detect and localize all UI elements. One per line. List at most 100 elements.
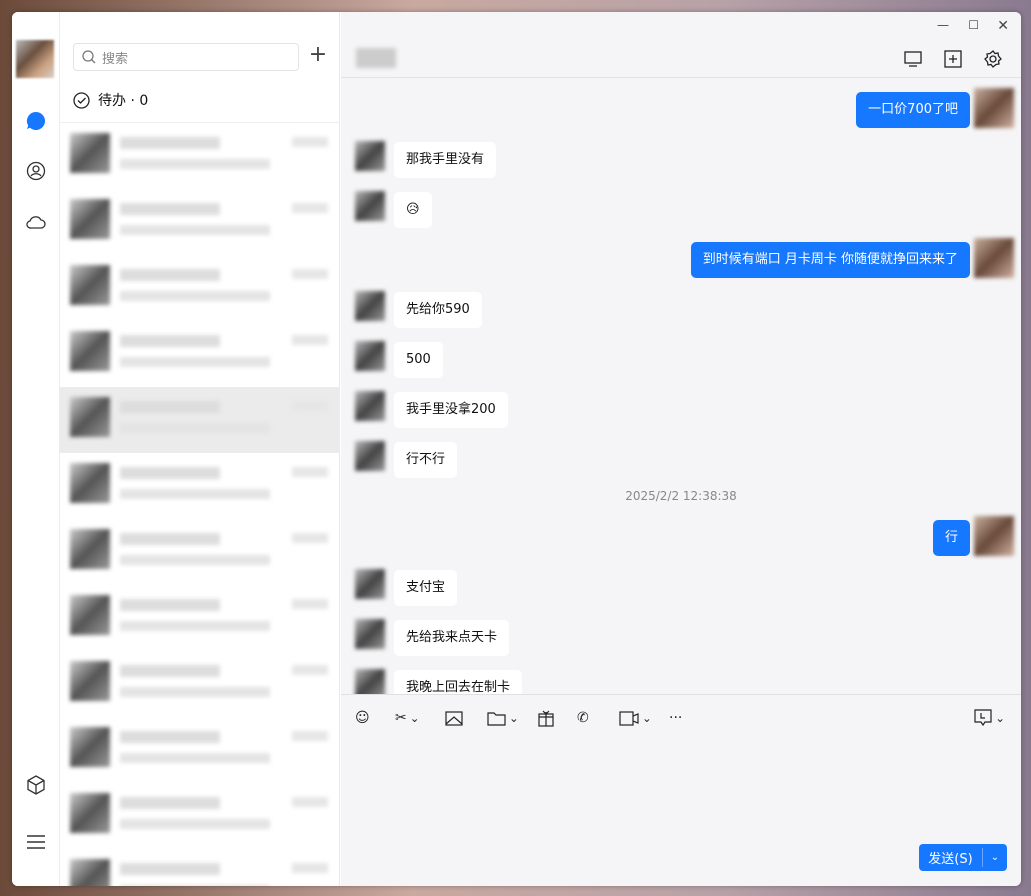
conversation-item[interactable] bbox=[60, 783, 340, 849]
message-row: 行 bbox=[341, 516, 1021, 570]
close-button[interactable]: ✕ bbox=[997, 18, 1009, 34]
sender-avatar[interactable] bbox=[355, 669, 385, 694]
sender-avatar[interactable] bbox=[355, 191, 385, 221]
image-icon[interactable] bbox=[445, 707, 463, 729]
my-avatar[interactable] bbox=[974, 238, 1014, 278]
message-row: 到时候有端口 月卡周卡 你随便就挣回来来了 bbox=[341, 238, 1021, 292]
maximize-button[interactable]: ☐ bbox=[968, 18, 979, 32]
message-row: 先给我来点天卡 bbox=[341, 619, 1021, 670]
contact-avatar bbox=[70, 595, 110, 635]
my-avatar[interactable] bbox=[974, 88, 1014, 128]
last-message-preview bbox=[120, 555, 270, 565]
emoji-icon[interactable]: ☺ bbox=[355, 707, 370, 729]
message-row: 我晚上回去在制卡 bbox=[341, 669, 1021, 694]
send-button[interactable]: 发送(S) ⌄ bbox=[919, 844, 1007, 871]
screen-share-icon[interactable] bbox=[903, 49, 923, 69]
contact-name bbox=[120, 599, 220, 611]
sender-avatar[interactable] bbox=[355, 619, 385, 649]
add-member-icon[interactable] bbox=[943, 49, 963, 69]
conversation-item[interactable] bbox=[60, 189, 340, 255]
conversation-item[interactable] bbox=[60, 585, 340, 651]
last-message-preview bbox=[120, 291, 270, 301]
last-message-preview bbox=[120, 225, 270, 235]
timestamp bbox=[292, 137, 328, 147]
menu-icon[interactable] bbox=[25, 831, 47, 853]
phone-icon[interactable]: ✆ bbox=[577, 707, 589, 729]
user-avatar[interactable] bbox=[16, 40, 54, 78]
conversation-item[interactable] bbox=[60, 849, 340, 886]
conversation-item[interactable] bbox=[60, 651, 340, 717]
qq-window: 搜索 + 待办 · 0 — ☐ ✕ 一口价700了吧那我手里没有 😥 到时候有端口 … bbox=[12, 12, 1021, 886]
todo-entry[interactable]: 待办 · 0 bbox=[73, 90, 148, 110]
conversation-item[interactable] bbox=[60, 255, 340, 321]
my-avatar[interactable] bbox=[974, 516, 1014, 556]
timestamp bbox=[292, 203, 328, 213]
history-icon[interactable]: ⌄ bbox=[974, 707, 1005, 729]
contact-avatar bbox=[70, 331, 110, 371]
send-options-chevron-icon[interactable]: ⌄ bbox=[983, 852, 1007, 863]
message-bubble[interactable]: 支付宝 bbox=[394, 570, 458, 606]
contact-avatar bbox=[70, 859, 110, 886]
settings-gear-icon[interactable] bbox=[983, 49, 1003, 69]
message-row: 支付宝 bbox=[341, 569, 1021, 620]
message-bubble[interactable]: 先给你590 bbox=[394, 292, 482, 328]
sender-avatar[interactable] bbox=[355, 441, 385, 471]
timestamp bbox=[292, 731, 328, 741]
contact-avatar bbox=[70, 397, 110, 437]
minimize-button[interactable]: — bbox=[937, 18, 949, 32]
contact-avatar bbox=[70, 463, 110, 503]
message-bubble[interactable]: 那我手里没有 bbox=[394, 142, 497, 178]
conversation-item[interactable] bbox=[60, 453, 340, 519]
contact-avatar bbox=[70, 133, 110, 173]
cloud-icon[interactable] bbox=[25, 210, 47, 232]
chat-title bbox=[356, 48, 396, 68]
search-input[interactable]: 搜索 bbox=[73, 43, 299, 71]
more-icon[interactable]: ··· bbox=[669, 707, 682, 729]
message-row: 一口价700了吧 bbox=[341, 88, 1021, 142]
sender-avatar[interactable] bbox=[355, 291, 385, 321]
message-row: 先给你590 bbox=[341, 291, 1021, 342]
chat-icon[interactable] bbox=[25, 110, 47, 132]
contact-name bbox=[120, 731, 220, 743]
conversation-item[interactable] bbox=[60, 387, 340, 453]
message-bubble[interactable]: 先给我来点天卡 bbox=[394, 620, 510, 656]
conversation-item[interactable] bbox=[60, 123, 340, 189]
video-call-icon[interactable]: ⌄ bbox=[619, 707, 652, 729]
last-message-preview bbox=[120, 159, 270, 169]
search-icon bbox=[82, 50, 96, 64]
message-bubble[interactable]: 到时候有端口 月卡周卡 你随便就挣回来来了 bbox=[690, 242, 970, 278]
message-bubble[interactable]: 😥 bbox=[394, 192, 432, 228]
message-row: 我手里没拿200 bbox=[341, 391, 1021, 442]
last-message-preview bbox=[120, 687, 270, 697]
red-packet-icon[interactable] bbox=[537, 707, 555, 729]
contacts-icon[interactable] bbox=[25, 160, 47, 182]
conversation-item[interactable] bbox=[60, 717, 340, 783]
sender-avatar[interactable] bbox=[355, 141, 385, 171]
message-area[interactable]: 一口价700了吧那我手里没有 😥 到时候有端口 月卡周卡 你随便就挣回来来了先给你5… bbox=[341, 80, 1021, 694]
check-circle-icon bbox=[73, 91, 90, 109]
message-bubble[interactable]: 行 bbox=[932, 520, 970, 556]
last-message-preview bbox=[120, 423, 270, 433]
folder-icon[interactable]: ⌄ bbox=[487, 707, 519, 729]
message-bubble[interactable]: 一口价700了吧 bbox=[856, 92, 970, 128]
contact-name bbox=[120, 533, 220, 545]
conversation-list: 搜索 + 待办 · 0 bbox=[60, 12, 340, 886]
sender-avatar[interactable] bbox=[355, 341, 385, 371]
contact-name bbox=[120, 269, 220, 281]
message-bubble[interactable]: 我手里没拿200 bbox=[394, 392, 508, 428]
message-bubble[interactable]: 500 bbox=[394, 342, 443, 378]
apps-cube-icon[interactable] bbox=[25, 774, 47, 796]
message-bubble[interactable]: 我晚上回去在制卡 bbox=[394, 670, 523, 694]
last-message-preview bbox=[120, 489, 270, 499]
message-row: 那我手里没有 bbox=[341, 141, 1021, 192]
contact-avatar bbox=[70, 529, 110, 569]
last-message-preview bbox=[120, 621, 270, 631]
conversation-item[interactable] bbox=[60, 321, 340, 387]
contact-avatar bbox=[70, 199, 110, 239]
screenshot-scissors-icon[interactable]: ✂ ⌄ bbox=[395, 707, 420, 729]
sender-avatar[interactable] bbox=[355, 569, 385, 599]
sender-avatar[interactable] bbox=[355, 391, 385, 421]
add-button[interactable]: + bbox=[306, 44, 330, 68]
message-bubble[interactable]: 行不行 bbox=[394, 442, 458, 478]
conversation-item[interactable] bbox=[60, 519, 340, 585]
